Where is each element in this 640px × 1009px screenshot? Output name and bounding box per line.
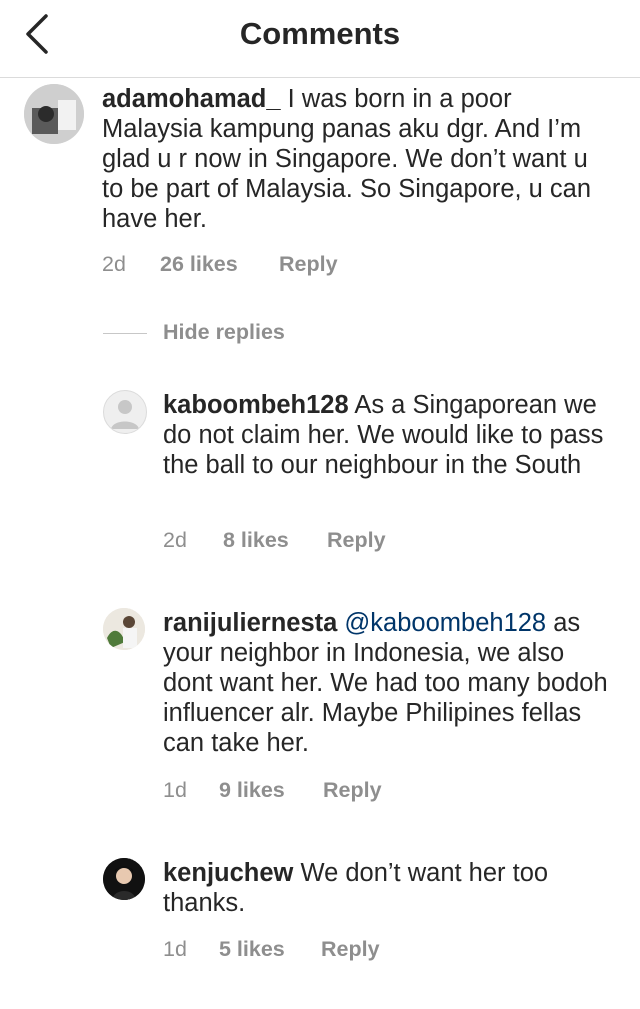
page-title: Comments <box>239 16 401 51</box>
comment-username[interactable]: adamohamad_ <box>102 85 281 113</box>
reply-button[interactable]: Reply <box>321 937 380 962</box>
divider <box>103 333 147 334</box>
reply-button[interactable]: Reply <box>327 528 386 553</box>
reply-time: 2d <box>163 528 187 552</box>
reply-username[interactable]: kaboombeh128 <box>163 391 349 419</box>
reply-text: kenjuchew We don’t want her too thanks. <box>163 858 613 918</box>
header: Comments <box>0 0 640 78</box>
reply-button[interactable]: Reply <box>279 252 338 277</box>
hide-replies-label: Hide replies <box>163 320 285 344</box>
avatar[interactable] <box>103 858 145 900</box>
avatar[interactable] <box>103 608 145 650</box>
likes-link[interactable]: 8 likes <box>223 528 289 553</box>
likes-link[interactable]: 26 likes <box>160 252 238 277</box>
reply-button[interactable]: Reply <box>323 778 382 803</box>
reply-time: 1d <box>163 778 187 802</box>
avatar[interactable] <box>103 390 147 434</box>
likes-link[interactable]: 9 likes <box>219 778 285 803</box>
reply-text: kaboombeh128 As a Singaporean we do not … <box>163 390 608 480</box>
reply-username[interactable]: kenjuchew <box>163 859 293 887</box>
reply-time: 1d <box>163 937 187 961</box>
likes-link[interactable]: 5 likes <box>219 937 285 962</box>
reply-text: ranijuliernesta @kaboombeh128 as your ne… <box>163 608 613 758</box>
mention-link[interactable]: @kaboombeh128 <box>337 609 546 637</box>
comment-time: 2d <box>102 252 126 276</box>
reply-username[interactable]: ranijuliernesta <box>163 609 337 637</box>
avatar[interactable] <box>24 84 84 144</box>
hide-replies-button[interactable]: Hide replies <box>103 318 503 348</box>
comment-text: adamohamad_ I was born in a poor Malaysi… <box>102 84 612 234</box>
